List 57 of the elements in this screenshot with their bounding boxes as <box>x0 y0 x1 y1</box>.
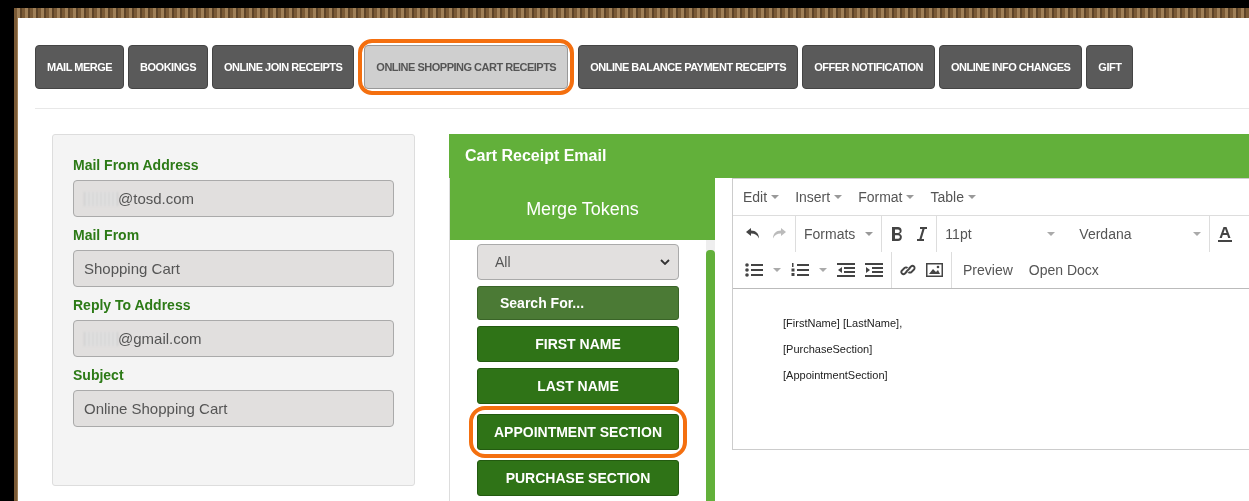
chevron-down-icon <box>660 259 670 265</box>
tab[interactable]: OFFER NOTIFICATION <box>802 45 935 89</box>
italic-icon[interactable] <box>914 226 929 242</box>
caret-icon <box>1047 232 1056 236</box>
merge-field-line: [AppointmentSection] <box>783 369 889 381</box>
menu-item[interactable]: Table <box>930 189 976 205</box>
text-color-icon[interactable] <box>1218 226 1233 242</box>
bold-icon[interactable] <box>890 226 905 242</box>
menu-item[interactable]: Insert <box>795 189 843 205</box>
tab[interactable]: BOOKINGS <box>128 45 208 89</box>
merge-field-line: [PurchaseSection] <box>783 343 874 355</box>
caret-icon <box>771 195 780 199</box>
caret-icon <box>773 268 781 272</box>
merge-token-button[interactable]: APPOINTMENT SECTION <box>477 414 679 450</box>
panel-title: Cart Receipt Email <box>465 147 607 165</box>
preview-button[interactable]: Preview <box>960 262 1016 278</box>
input-field[interactable]: Shopping Cart <box>73 250 394 287</box>
tab[interactable]: ONLINE JOIN RECEIPTS <box>212 45 355 89</box>
field-label: Mail From Address <box>73 157 200 173</box>
formats-dropdown[interactable]: Formats <box>804 226 856 242</box>
caret-icon <box>819 268 827 272</box>
caret-icon <box>834 195 843 199</box>
search-field[interactable]: Search For... <box>477 286 679 320</box>
numbered-list-icon[interactable] <box>791 263 809 277</box>
indent-icon[interactable] <box>865 263 883 277</box>
menu-item[interactable]: Edit <box>743 189 780 205</box>
bullet-list-icon[interactable] <box>745 263 763 277</box>
open-docx-button[interactable]: Open Docx <box>1025 262 1102 278</box>
input-field[interactable]: @gmail.com <box>73 320 394 357</box>
undo-icon[interactable] <box>745 227 761 241</box>
tab[interactable]: ONLINE SHOPPING CART RECEIPTS <box>364 45 569 89</box>
tab[interactable]: ONLINE BALANCE PAYMENT RECEIPTS <box>578 45 799 89</box>
caret-icon <box>967 195 976 199</box>
image-icon[interactable] <box>926 263 943 277</box>
font-family-dropdown[interactable]: Verdana <box>1065 226 1202 242</box>
tab[interactable]: GIFT <box>1086 45 1134 89</box>
field-label: Subject <box>73 367 125 383</box>
caret-icon <box>1193 232 1202 236</box>
caret-icon <box>865 232 874 236</box>
tab[interactable]: MAIL MERGE <box>35 45 125 89</box>
caret-icon <box>906 195 915 199</box>
field-label: Reply To Address <box>73 297 192 313</box>
merge-field-line: [FirstName] [LastName], <box>783 317 904 329</box>
scrollbar-thumb[interactable] <box>706 250 715 501</box>
outdent-icon[interactable] <box>837 263 855 277</box>
merge-token-button[interactable]: LAST NAME <box>477 368 679 404</box>
input-field[interactable]: Online Shopping Cart <box>73 390 394 427</box>
link-icon[interactable] <box>900 262 916 278</box>
menu-item[interactable]: Format <box>858 189 915 205</box>
merge-token-button[interactable]: FIRST NAME <box>477 326 679 362</box>
font-size-dropdown[interactable]: 11pt <box>945 226 1056 242</box>
tab[interactable]: ONLINE INFO CHANGES <box>938 45 1083 89</box>
panel-title: Merge Tokens <box>526 198 639 220</box>
field-label: Mail From <box>73 227 141 243</box>
input-field[interactable]: @tosd.com <box>73 180 394 217</box>
merge-token-button[interactable]: PURCHASE SECTION <box>477 460 679 496</box>
filter-dropdown[interactable]: All <box>477 244 679 280</box>
